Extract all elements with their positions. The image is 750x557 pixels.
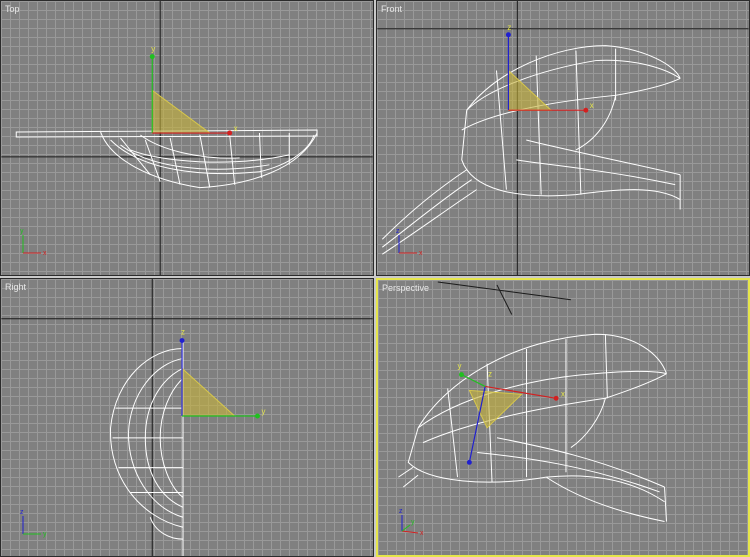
- tripod-persp-y: y: [411, 519, 415, 526]
- gizmo-top-x-label: x: [234, 124, 238, 133]
- bird-wireframe-top: [15, 129, 318, 189]
- gizmo-front-z-label: z: [507, 23, 511, 32]
- axis-tripod-right-icon: z y: [20, 509, 47, 538]
- gizmo-perspective: x y z: [458, 362, 565, 465]
- perspective-scene: x y z: [398, 281, 667, 522]
- gizmo-front-x-label: x: [590, 101, 594, 110]
- gizmo-right: z y: [179, 328, 265, 419]
- tripod-persp-z: z: [399, 508, 403, 515]
- front-scene: z x: [377, 1, 749, 275]
- viewport-perspective[interactable]: Perspective x y z z x y: [376, 278, 750, 557]
- gizmo-top-y-label: y: [151, 45, 155, 54]
- tripod-top-x: x: [43, 250, 47, 257]
- tripod-right-y: y: [43, 531, 47, 538]
- viewport-right[interactable]: Right z y z y: [0, 278, 374, 557]
- gizmo-persp-x-label: x: [561, 389, 565, 398]
- axis-tripod-perspective-icon: z x y: [399, 508, 424, 537]
- gizmo-top: y x: [149, 45, 238, 136]
- bird-wireframe-perspective: [398, 333, 667, 522]
- bird-wireframe-front: [381, 45, 681, 255]
- tripod-front-x: x: [419, 250, 423, 257]
- bird-wireframe-right: [110, 338, 184, 556]
- right-scene: z y: [1, 279, 373, 556]
- gizmo-persp-z-label: z: [488, 370, 492, 379]
- tripod-top-y: y: [20, 228, 24, 235]
- top-scene: y x: [1, 1, 373, 275]
- tripod-right-z: z: [20, 509, 24, 516]
- tripod-persp-x: x: [420, 530, 424, 537]
- gizmo-right-y-label: y: [261, 407, 265, 416]
- axis-tripod-front-icon: z x: [396, 228, 423, 257]
- tripod-front-z: z: [396, 228, 400, 235]
- gizmo-right-z-label: z: [181, 328, 185, 337]
- axis-tripod-top-icon: y x: [20, 228, 47, 257]
- viewport-front[interactable]: Front z x z x: [376, 0, 750, 276]
- gizmo-persp-y-label: y: [458, 362, 462, 371]
- viewport-top[interactable]: Top y x y x: [0, 0, 374, 276]
